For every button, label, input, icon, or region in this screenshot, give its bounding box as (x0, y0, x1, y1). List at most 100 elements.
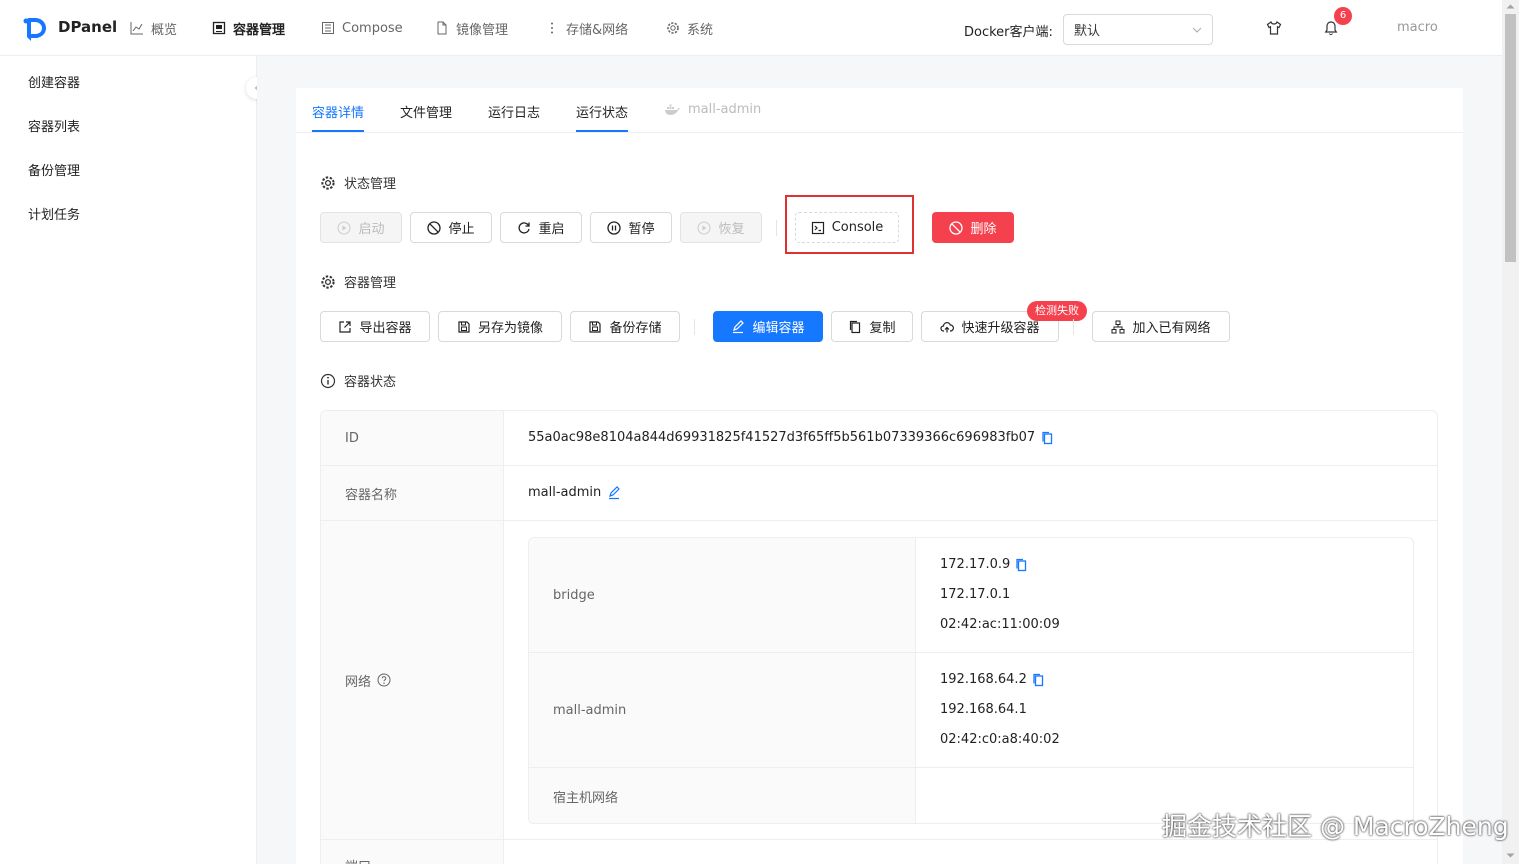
tab-run-status[interactable]: 运行状态 (576, 102, 629, 132)
user-name[interactable]: macro (1397, 20, 1438, 35)
app-name[interactable]: DPanel (58, 18, 117, 36)
export-icon (339, 320, 352, 333)
row-label: 网络 (321, 521, 504, 839)
row-ports: 端口 (321, 840, 1437, 864)
edit-icon (733, 319, 745, 333)
stop-icon (427, 220, 442, 235)
docker-client-select[interactable]: 默认 (1063, 14, 1213, 45)
main-content: 容器详情 文件管理 运行日志 运行状态 mall-admin 状态管理 启动 停… (257, 56, 1502, 864)
restart-button[interactable]: 重启 (500, 212, 582, 243)
export-container-button[interactable]: 导出容器 (320, 311, 430, 342)
nav-item-images[interactable]: 镜像管理 (435, 18, 508, 38)
delete-button[interactable]: 删除 (932, 212, 1014, 243)
nav-item-containers[interactable]: 容器管理 (212, 18, 285, 38)
cloud-upload-icon (940, 321, 955, 332)
start-button[interactable]: 启动 (320, 212, 402, 243)
top-navbar: DPanel 概览 容器管理 Compose 镜像管理 存储&网络 系统 Doc… (0, 0, 1502, 56)
compose-icon (322, 22, 334, 34)
scrollbar-thumb[interactable] (1505, 14, 1516, 262)
network-mac: 02:42:c0:a8:40:02 (940, 732, 1060, 747)
copy-icon (850, 320, 861, 333)
docker-client-label: Docker客户端: (964, 25, 1053, 40)
dpanel-logo-icon[interactable] (22, 15, 48, 41)
nav-label: 存储&网络 (566, 22, 629, 38)
stop-icon (949, 220, 964, 235)
gear-icon (321, 274, 335, 289)
button-label: 启动 (358, 222, 385, 237)
pause-button[interactable]: 暂停 (590, 212, 672, 243)
ip-address: 172.17.0.9 (940, 557, 1011, 572)
network-icon (1111, 320, 1125, 333)
container-status-table: ID 55a0ac98e8104a844d69931825f41527d3f65… (320, 410, 1438, 864)
row-id: ID 55a0ac98e8104a844d69931825f41527d3f65… (321, 411, 1437, 466)
chart-icon (130, 22, 143, 35)
sidebar: 创建容器 容器列表 备份管理 计划任务 (0, 56, 257, 864)
tab-container-detail[interactable]: 容器详情 (312, 102, 365, 132)
container-id: 55a0ac98e8104a844d69931825f41527d3f65ff5… (528, 430, 1036, 445)
copy-container-button[interactable]: 复制 (831, 311, 913, 342)
skin-button[interactable] (1262, 16, 1286, 40)
scroll-up-icon[interactable] (1506, 3, 1515, 9)
network-gateway: 172.17.0.1 (940, 587, 1011, 602)
nav-item-storage-network[interactable]: 存储&网络 (545, 18, 628, 38)
save-as-image-button[interactable]: 另存为镜像 (438, 311, 562, 342)
backup-storage-button[interactable]: 备份存储 (570, 311, 680, 342)
console-highlight-box (785, 195, 914, 254)
sidebar-item-container-list[interactable]: 容器列表 (28, 116, 80, 135)
play-circle-icon (337, 221, 351, 234)
tab-container-name: mall-admin (664, 102, 761, 126)
sidebar-item-backup[interactable]: 备份管理 (28, 160, 80, 179)
question-circle-icon[interactable] (377, 673, 391, 687)
copy-icon[interactable] (1041, 431, 1054, 445)
section-title-text: 容器管理 (344, 276, 397, 291)
container-name: mall-admin (528, 485, 602, 500)
network-ip: 192.168.64.2 (940, 672, 1045, 687)
container-icon (212, 21, 226, 35)
nav-item-compose[interactable]: Compose (321, 18, 403, 38)
join-network-button[interactable]: 加入已有网络 (1092, 311, 1230, 342)
row-label: ID (321, 411, 504, 465)
network-row: mall-admin 192.168.64.2 192.168.64.1 02:… (529, 653, 1413, 768)
network-label: 网络 (345, 674, 372, 690)
tab-label: mall-admin (688, 102, 762, 117)
sidebar-item-create-container[interactable]: 创建容器 (28, 72, 80, 91)
resume-button[interactable]: 恢复 (680, 212, 762, 243)
nav-label: 概览 (151, 22, 178, 38)
button-label: 恢复 (718, 222, 745, 237)
sidebar-item-schedule[interactable]: 计划任务 (28, 204, 80, 223)
nav-label: Compose (342, 20, 403, 36)
button-label: 加入已有网络 (1132, 321, 1211, 336)
edit-icon[interactable] (607, 485, 621, 500)
row-value: 55a0ac98e8104a844d69931825f41527d3f65ff5… (528, 430, 1054, 445)
nav-label: 系统 (687, 22, 714, 38)
tab-run-log[interactable]: 运行日志 (488, 102, 540, 130)
button-label: 复制 (869, 321, 896, 336)
edit-container-button[interactable]: 编辑容器 (713, 311, 823, 342)
copy-icon[interactable] (1032, 673, 1045, 687)
scroll-down-icon[interactable] (1506, 853, 1515, 859)
restart-icon (518, 221, 531, 234)
button-label: 暂停 (628, 222, 655, 237)
network-name: 宿主机网络 (529, 768, 916, 823)
pause-icon (607, 220, 622, 235)
tab-file-manager[interactable]: 文件管理 (400, 102, 452, 130)
chevron-down-icon (1192, 27, 1202, 33)
container-detail-card: 容器详情 文件管理 运行日志 运行状态 mall-admin 状态管理 启动 停… (296, 88, 1463, 864)
stop-button[interactable]: 停止 (410, 212, 492, 243)
save-icon (589, 320, 602, 333)
page-scrollbar[interactable] (1502, 0, 1519, 864)
network-ip: 172.17.0.9 (940, 557, 1028, 572)
nav-item-overview[interactable]: 概览 (130, 18, 177, 38)
divider (776, 220, 777, 236)
network-name: mall-admin (529, 653, 916, 767)
nav-label: 容器管理 (233, 22, 286, 38)
docker-icon (665, 104, 680, 115)
watermark: 掘金技术社区 @ MacroZheng (1162, 812, 1509, 841)
copy-icon[interactable] (1015, 558, 1028, 572)
section-title-text: 容器状态 (344, 375, 397, 390)
button-label: 重启 (538, 222, 565, 237)
button-label: 备份存储 (609, 321, 662, 336)
row-label: 容器名称 (321, 466, 504, 520)
nav-item-system[interactable]: 系统 (666, 18, 713, 38)
network-name: bridge (529, 538, 916, 652)
